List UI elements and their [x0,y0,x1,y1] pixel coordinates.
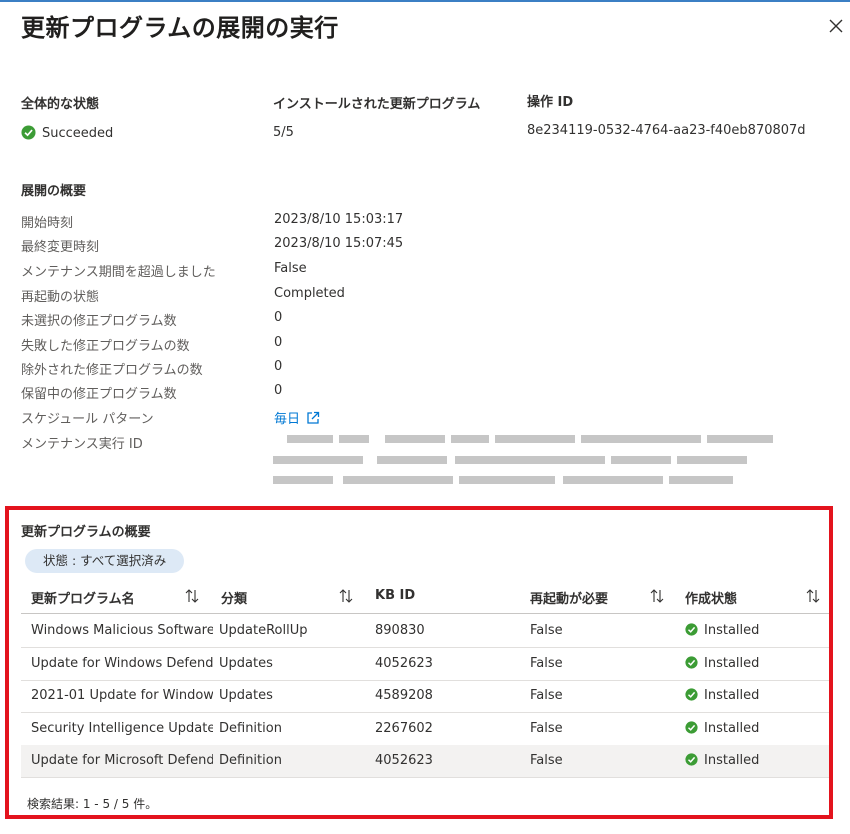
updates-summary-title: 更新プログラムの概要 [21,525,151,540]
operation-id-label: 操作 ID [527,95,574,110]
close-icon[interactable] [826,16,846,36]
success-check-icon [685,721,698,734]
sort-icon[interactable] [338,588,354,604]
external-link-icon[interactable] [306,411,320,425]
success-check-icon [21,125,36,140]
prop-reboot-status: 再起動の状態 Completed [21,286,345,305]
header-divider [21,613,829,614]
schedule-pattern-link[interactable]: 毎日 [274,412,300,427]
sort-icon[interactable] [649,588,665,604]
prop-unselected-patches: 未選択の修正プログラム数 0 [21,310,283,329]
success-check-icon [685,753,698,766]
col-header-state[interactable]: 作成状態 [685,588,737,607]
prop-last-modified: 最終変更時刻 2023/8/10 15:07:45 [21,236,404,255]
installed-updates-value: 5/5 [273,125,294,140]
success-check-icon [685,688,698,701]
page-title: 更新プログラムの展開の実行 [21,14,339,42]
status-filter-pill[interactable]: 状態 : すべて選択済み [25,549,185,573]
overall-status: Succeeded [21,125,113,141]
overall-status-value: Succeeded [42,126,114,141]
table-row[interactable]: Windows Malicious Software... UpdateRoll… [21,615,829,648]
results-count: 検索結果: 1 - 5 / 5 件。 [27,797,158,811]
table-row[interactable]: Update for Microsoft Defend... Definitio… [21,745,829,778]
prop-pending-patches: 保留中の修正プログラム数 0 [21,383,283,402]
table-row[interactable]: Security Intelligence Update ... Definit… [21,713,829,746]
table-row[interactable]: Update for Windows Defend... Updates 405… [21,648,829,681]
table-row[interactable]: 2021-01 Update for Window... Updates 458… [21,680,829,713]
sort-icon[interactable] [184,588,200,604]
prop-schedule-pattern: スケジュール パターン 毎日 [21,408,801,432]
operation-id-value: 8e234119-0532-4764-aa23-f40eb870807d [527,123,806,138]
prop-failed-patches: 失敗した修正プログラムの数 0 [21,335,283,354]
prop-excluded-patches: 除外された修正プログラムの数 0 [21,359,283,378]
deployment-summary-title: 展開の概要 [21,184,87,199]
col-header-update-name[interactable]: 更新プログラム名 [31,588,135,607]
redacted-maintenance-run-id [273,435,773,484]
installed-updates-label: インストールされた更新プログラム [273,97,481,112]
top-accent-bar [0,0,850,2]
col-header-kb-id[interactable]: KB ID [375,588,415,603]
prop-start-time: 開始時刻 2023/8/10 15:03:17 [21,212,404,231]
col-header-classification[interactable]: 分類 [221,588,247,607]
col-header-reboot-required[interactable]: 再起動が必要 [530,588,608,607]
success-check-icon [685,623,698,636]
overall-status-label: 全体的な状態 [21,97,100,112]
success-check-icon [685,656,698,669]
prop-maintenance-exceeded: メンテナンス期間を超過しました False [21,261,307,280]
sort-icon[interactable] [805,588,821,604]
